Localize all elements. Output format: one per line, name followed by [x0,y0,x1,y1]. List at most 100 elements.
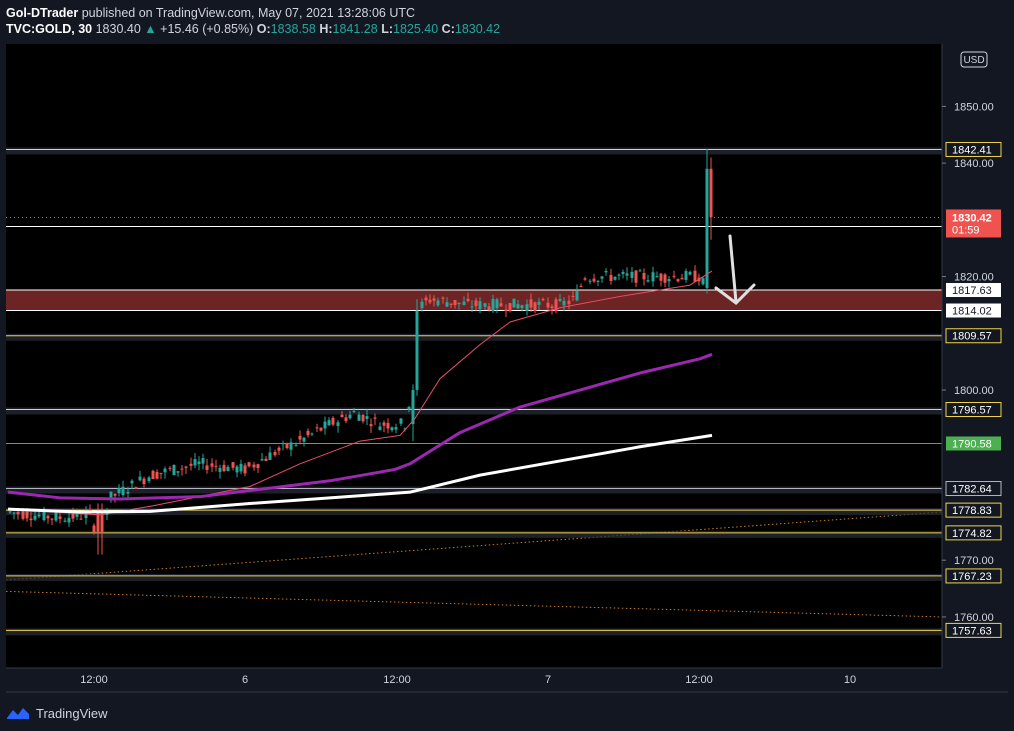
candle-body [415,310,419,391]
candle-body [462,301,466,305]
candle-body [138,476,142,481]
level-band [6,486,942,494]
candle-body [537,301,541,305]
candle-body [445,302,449,307]
candle-body [12,512,16,514]
candle-body [8,511,12,513]
price-tick-label: 1850.00 [954,101,994,113]
tradingview-logo-icon[interactable] [6,706,30,720]
candle-body [604,270,608,273]
candle-body [126,491,130,494]
candle-body [567,300,571,305]
time-tick-label: 7 [545,674,551,686]
candle-body [546,302,550,308]
candle-body [252,464,256,468]
time-tick-label: 12:00 [383,674,411,686]
candle-body [147,477,151,482]
candle-body [142,478,146,485]
candle-body [478,301,482,310]
candle-body [348,414,352,419]
candle-body [390,427,394,431]
candle-body [117,488,121,494]
candle-body [50,518,54,520]
resistance-zone [6,290,942,311]
candle-body [432,298,436,301]
candle-body [184,466,188,468]
author-name[interactable]: Gol-DTrader [6,6,78,20]
candle-body [352,411,356,413]
candle-body [331,417,335,425]
candle-body [659,273,663,281]
candle-body [58,516,62,519]
candle-body [676,279,680,282]
level-band [6,573,942,581]
level-band [6,147,942,155]
candle-body [340,414,344,418]
candle-body [688,271,692,275]
candle-body [256,464,260,468]
candle-body [361,414,365,422]
symbol-name[interactable]: TVC:GOLD, 30 [6,22,92,36]
candle-body [625,273,629,276]
candle-body [134,487,138,489]
candle-body [130,480,134,484]
low-label: L: [381,22,393,36]
candle-body [268,452,272,460]
candle-body [369,424,373,427]
candle-body [483,303,487,307]
candle-body [302,437,306,442]
level-label: 1790.58 [952,438,992,450]
candle-body [29,518,33,521]
candle-body [235,466,239,473]
candle-body [176,471,180,473]
candle-body [672,275,676,277]
candle-body [642,273,646,280]
currency-badge[interactable]: USD [960,51,988,68]
candle-body [155,471,159,479]
candle-body [46,515,50,519]
candle-body [315,427,319,429]
candle-body [54,512,58,521]
high-value: 1841.28 [332,22,378,36]
candle-body [21,511,25,519]
symbol-line: TVC:GOLD, 30 1830.40 ▲ +15.46 (+0.85%) O… [6,21,1006,37]
candle-body [247,462,251,467]
candle-body [558,298,562,301]
candle-body [420,301,424,309]
candle-body [525,304,529,311]
level-label: 1774.82 [952,528,992,540]
candle-body [218,467,222,472]
candle-body [285,443,289,449]
candle-body [260,459,264,461]
candle-body [651,272,655,282]
candle-body [365,416,369,420]
time-axis[interactable] [6,668,1014,692]
time-tick-label: 12:00 [80,674,108,686]
candle-body [298,435,302,440]
candle-body [634,270,638,283]
low-value: 1825.40 [393,22,439,36]
candle-body [428,299,432,303]
level-band [6,407,942,415]
candle-body [571,295,575,297]
candle-body [701,278,705,285]
open-value: 1838.58 [270,22,316,36]
brand-name[interactable]: TradingView [36,706,108,721]
candle-body [63,520,67,522]
candle-body [487,306,491,311]
candle-body [180,468,184,470]
candle-body [705,168,709,288]
candle-body [382,422,386,426]
candle-body [373,417,377,419]
candle-body [470,306,474,308]
candle-body [495,299,499,309]
level-band [6,333,942,341]
candle-body [226,466,230,472]
candle-body [386,422,390,429]
candle-body [499,303,503,307]
level-label: 1842.41 [952,144,992,156]
close-value: 1830.42 [454,22,501,36]
candle-body [172,464,176,475]
price-chart[interactable]: 1850.00 1840.00 1820.00 1800.00 1770.00 1760.… [0,0,1014,731]
candle-body [617,274,621,276]
